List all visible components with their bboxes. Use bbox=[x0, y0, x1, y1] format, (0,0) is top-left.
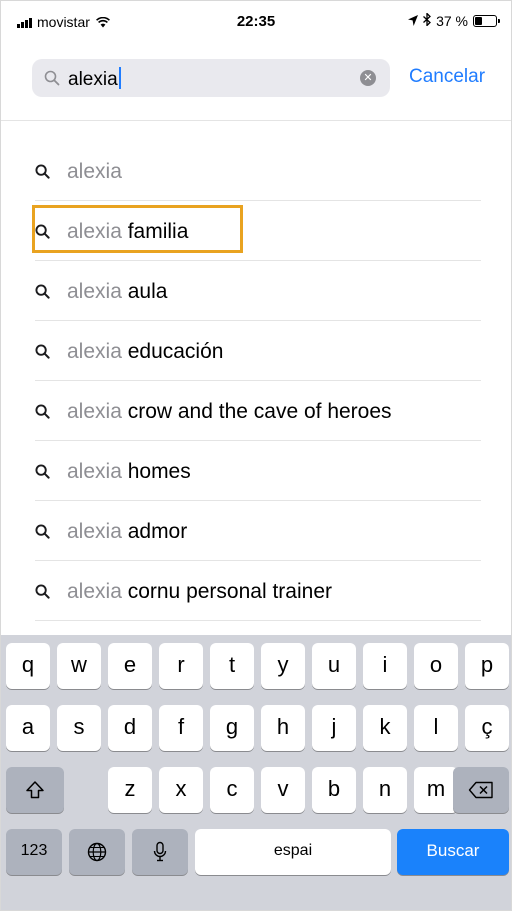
key-i[interactable]: i bbox=[363, 643, 407, 689]
space-key[interactable]: espai bbox=[195, 829, 391, 875]
key-p[interactable]: p bbox=[465, 643, 509, 689]
suggestion-completion: educación bbox=[121, 340, 224, 363]
key-f[interactable]: f bbox=[159, 705, 203, 751]
suggestion-item[interactable]: alexia crow and the cave of heroes bbox=[35, 381, 481, 441]
search-icon bbox=[35, 404, 50, 424]
search-return-key[interactable]: Buscar bbox=[397, 829, 509, 875]
suggestion-prefix: alexia bbox=[67, 220, 122, 243]
location-icon bbox=[408, 13, 419, 29]
key-u[interactable]: u bbox=[312, 643, 356, 689]
suggestion-text: alexia bbox=[67, 160, 122, 184]
key-v[interactable]: v bbox=[261, 767, 305, 813]
search-icon bbox=[35, 584, 50, 604]
search-icon bbox=[44, 70, 60, 91]
suggestion-item[interactable]: alexia familia bbox=[35, 201, 481, 261]
keyboard-row-3: z x c v b n m bbox=[1, 767, 511, 813]
suggestion-text: alexia cornu personal trainer bbox=[67, 580, 332, 604]
cancel-button[interactable]: Cancelar bbox=[409, 66, 485, 88]
suggestion-completion: cornu personal trainer bbox=[121, 580, 332, 603]
key-j[interactable]: j bbox=[312, 705, 356, 751]
search-icon bbox=[35, 164, 50, 184]
key-q[interactable]: q bbox=[6, 643, 50, 689]
suggestion-completion: crow and the cave of heroes bbox=[121, 400, 392, 423]
key-s[interactable]: s bbox=[57, 705, 101, 751]
header-divider bbox=[1, 120, 511, 121]
keyboard-row-1: q w e r t y u i o p bbox=[1, 643, 511, 689]
backspace-icon bbox=[468, 781, 493, 799]
key-a[interactable]: a bbox=[6, 705, 50, 751]
suggestion-text: alexia educación bbox=[67, 340, 223, 364]
battery-percent: 37 % bbox=[436, 13, 468, 29]
battery-icon bbox=[473, 15, 500, 27]
bluetooth-icon bbox=[423, 11, 432, 29]
suggestion-completion: admor bbox=[121, 520, 188, 543]
key-n[interactable]: n bbox=[363, 767, 407, 813]
key-h[interactable]: h bbox=[261, 705, 305, 751]
text-cursor bbox=[118, 67, 121, 89]
globe-icon bbox=[87, 842, 107, 862]
suggestion-prefix: alexia bbox=[67, 580, 122, 603]
key-w[interactable]: w bbox=[57, 643, 101, 689]
keyboard: q w e r t y u i o p a s d f g h j k l ç bbox=[1, 635, 511, 910]
app-screen: movistar 22:35 37 % alexia ✕ Cancelar al… bbox=[0, 0, 512, 911]
suggestion-prefix: alexia bbox=[67, 520, 122, 543]
status-right: 37 % bbox=[408, 11, 500, 29]
clear-icon[interactable]: ✕ bbox=[360, 70, 376, 86]
suggestion-prefix: alexia bbox=[67, 400, 122, 423]
shift-icon bbox=[26, 781, 44, 799]
search-icon bbox=[35, 284, 50, 304]
globe-key[interactable] bbox=[69, 829, 125, 875]
suggestion-text: alexia crow and the cave of heroes bbox=[67, 400, 392, 424]
keyboard-row-4: 123 espai Buscar bbox=[1, 829, 511, 875]
suggestion-prefix: alexia bbox=[67, 280, 122, 303]
key-c[interactable]: c bbox=[210, 767, 254, 813]
status-bar: movistar 22:35 37 % bbox=[1, 1, 511, 41]
suggestion-item[interactable]: alexia educación bbox=[35, 321, 481, 381]
search-icon bbox=[35, 224, 50, 244]
suggestion-prefix: alexia bbox=[67, 340, 122, 363]
suggestion-item[interactable]: alexia admor bbox=[35, 501, 481, 561]
suggestion-text: alexia homes bbox=[67, 460, 191, 484]
suggestion-completion: homes bbox=[121, 460, 191, 483]
suggestion-text: alexia aula bbox=[67, 280, 167, 304]
suggestion-item[interactable]: alexia cornu personal trainer bbox=[35, 561, 481, 621]
backspace-key[interactable] bbox=[453, 767, 509, 813]
key-g[interactable]: g bbox=[210, 705, 254, 751]
key-l[interactable]: l bbox=[414, 705, 458, 751]
suggestion-completion: familia bbox=[121, 220, 189, 243]
suggestion-text: alexia admor bbox=[67, 520, 187, 544]
key-d[interactable]: d bbox=[108, 705, 152, 751]
key-r[interactable]: r bbox=[159, 643, 203, 689]
key-t[interactable]: t bbox=[210, 643, 254, 689]
suggestion-completion: aula bbox=[121, 280, 168, 303]
search-icon bbox=[35, 464, 50, 484]
key-o[interactable]: o bbox=[414, 643, 458, 689]
key-b[interactable]: b bbox=[312, 767, 356, 813]
numbers-key[interactable]: 123 bbox=[6, 829, 62, 875]
search-icon bbox=[35, 344, 50, 364]
suggestion-item[interactable]: alexia homes bbox=[35, 441, 481, 501]
key-y[interactable]: y bbox=[261, 643, 305, 689]
key-x[interactable]: x bbox=[159, 767, 203, 813]
key-c-cedilla[interactable]: ç bbox=[465, 705, 509, 751]
suggestion-text: alexia familia bbox=[67, 220, 188, 244]
key-m[interactable]: m bbox=[414, 767, 458, 813]
search-input[interactable]: alexia ✕ bbox=[32, 59, 390, 97]
keyboard-row-2: a s d f g h j k l ç bbox=[1, 705, 511, 751]
search-query-text: alexia bbox=[68, 69, 118, 90]
suggestion-item[interactable]: alexia aula bbox=[35, 261, 481, 321]
suggestion-prefix: alexia bbox=[67, 160, 122, 183]
key-z[interactable]: z bbox=[108, 767, 152, 813]
search-query: alexia bbox=[68, 67, 121, 91]
shift-key[interactable] bbox=[6, 767, 64, 813]
search-icon bbox=[35, 524, 50, 544]
key-k[interactable]: k bbox=[363, 705, 407, 751]
dictation-key[interactable] bbox=[132, 829, 188, 875]
suggestion-item[interactable]: alexia bbox=[35, 141, 481, 201]
key-e[interactable]: e bbox=[108, 643, 152, 689]
microphone-icon bbox=[153, 841, 167, 862]
suggestion-prefix: alexia bbox=[67, 460, 122, 483]
